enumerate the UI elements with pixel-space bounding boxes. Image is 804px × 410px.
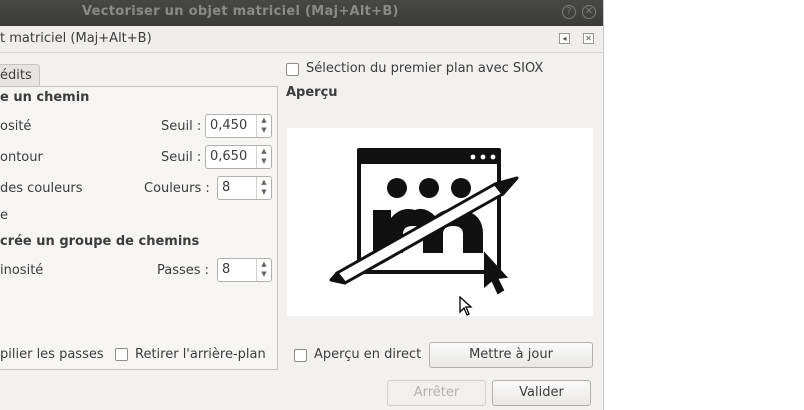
dock-header: t matriciel (Maj+Alt+B) ◂ ✕ <box>0 26 603 53</box>
spinner-arrows-icon[interactable]: ▲ ▼ <box>256 259 271 281</box>
inkscape-logo-preview <box>329 148 519 295</box>
stack-scans-label[interactable]: pilier les passes <box>0 347 104 362</box>
invert-label: e <box>0 208 8 223</box>
passes-label: Passes : <box>157 263 210 278</box>
help-icon[interactable]: ? <box>562 5 576 19</box>
edge-threshold-spinner[interactable]: 0,650 ▲ ▼ <box>205 145 272 169</box>
colors-count-spinner[interactable]: 8 ▲ ▼ <box>217 176 272 200</box>
window-titlebar[interactable]: Vectoriser un objet matriciel (Maj+Alt+B… <box>0 0 603 26</box>
colors-count-value: 8 <box>222 180 231 195</box>
multi-scan-heading: crée un groupe de chemins <box>0 234 200 249</box>
colors-count-label: Couleurs : <box>144 181 210 196</box>
brightness-threshold-value: 0,450 <box>210 118 248 133</box>
brightness-label: osité <box>0 119 32 134</box>
color-quant-label: des couleurs <box>0 181 83 196</box>
siox-label[interactable]: Sélection du premier plan avec SIOX <box>306 61 543 76</box>
single-scan-heading: e un chemin <box>0 90 90 105</box>
live-preview-checkbox[interactable] <box>294 349 307 362</box>
siox-checkbox[interactable] <box>286 63 299 76</box>
passes-value: 8 <box>222 262 231 277</box>
edge-threshold-value: 0,650 <box>210 149 248 164</box>
spinner-arrows-icon[interactable]: ▲ ▼ <box>256 115 271 137</box>
trace-bitmap-window: Vectoriser un objet matriciel (Maj+Alt+B… <box>0 0 604 410</box>
brightness-threshold-label: Seuil : <box>161 119 202 134</box>
stop-button[interactable]: Arrêter <box>387 380 486 406</box>
mode-panel: e un chemin osité Seuil : 0,450 ▲ ▼ ontou… <box>0 86 278 370</box>
brightness-steps-label: inosité <box>0 263 44 278</box>
remove-background-label[interactable]: Retirer l'arrière-plan <box>135 347 266 362</box>
update-button[interactable]: Mettre à jour <box>429 342 593 368</box>
spinner-arrows-icon[interactable]: ▲ ▼ <box>256 177 271 199</box>
mouse-cursor-icon <box>459 296 473 316</box>
dock-close-icon[interactable]: ✕ <box>583 33 594 44</box>
preview-title: Aperçu <box>286 85 338 100</box>
edge-label: ontour <box>0 150 43 165</box>
close-icon[interactable]: ✕ <box>582 5 596 19</box>
live-preview-label[interactable]: Aperçu en direct <box>314 347 421 362</box>
passes-spinner[interactable]: 8 ▲ ▼ <box>217 258 272 282</box>
tab-label: édits <box>0 68 32 83</box>
window-title: Vectoriser un objet matriciel (Maj+Alt+B… <box>82 4 399 19</box>
dock-iconify-icon[interactable]: ◂ <box>559 33 570 44</box>
brightness-threshold-spinner[interactable]: 0,450 ▲ ▼ <box>205 114 272 138</box>
spinner-arrows-icon[interactable]: ▲ ▼ <box>256 146 271 168</box>
validate-button[interactable]: Valider <box>492 380 591 406</box>
dock-title: t matriciel (Maj+Alt+B) <box>0 31 152 46</box>
preview-area <box>287 128 593 316</box>
edge-threshold-label: Seuil : <box>161 150 202 165</box>
remove-background-checkbox[interactable] <box>115 348 128 361</box>
tab-modes[interactable]: édits <box>0 64 40 86</box>
